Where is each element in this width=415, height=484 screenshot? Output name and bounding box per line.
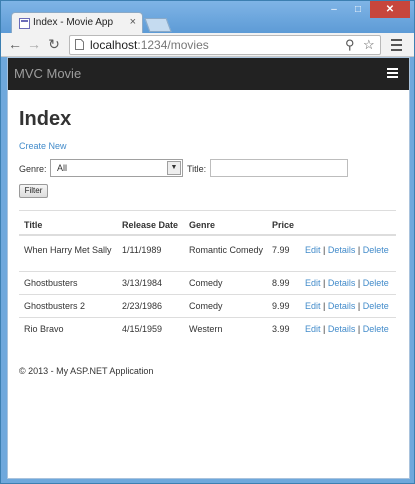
movie-title: Rio Bravo [24, 324, 64, 334]
maximize-icon[interactable]: □ [346, 1, 370, 18]
movie-release-date: 4/15/1959 [122, 324, 163, 334]
row-actions: Edit | Details | Delete [305, 244, 389, 256]
tab-title: Index - Movie App [33, 17, 114, 28]
row-actions: Edit | Details | Delete [305, 277, 389, 289]
table-header-row: Title Release Date Genre Price [19, 211, 396, 236]
hamburger-menu-icon[interactable] [387, 68, 399, 80]
movie-price: 3.99 [272, 324, 290, 334]
window-controls: – □ ✕ [322, 1, 410, 18]
delete-link[interactable]: Delete [363, 301, 389, 311]
edit-link[interactable]: Edit [305, 324, 321, 334]
action-separator: | [323, 301, 326, 311]
action-separator: | [357, 324, 361, 334]
edit-link[interactable]: Edit [305, 245, 321, 255]
delete-link[interactable]: Delete [363, 245, 389, 255]
movie-price: 9.99 [272, 301, 290, 311]
create-new-link[interactable]: Create New [19, 141, 67, 151]
table-row: When Harry Met Sally 1/11/1989 Romantic … [19, 236, 396, 272]
table-row: Ghostbusters 2 2/23/1986 Comedy 9.99 Edi… [19, 295, 396, 318]
table-row: Rio Bravo 4/15/1959 Western 3.99 Edit | … [19, 318, 396, 341]
movie-genre: Western [189, 324, 223, 334]
genre-selected-value: All [57, 163, 68, 173]
movie-price: 8.99 [272, 278, 290, 288]
edit-link[interactable]: Edit [305, 278, 321, 288]
page-icon [75, 39, 84, 50]
column-header-price: Price [272, 220, 295, 230]
brand-link[interactable]: MVC Movie [14, 66, 81, 81]
movies-table: Title Release Date Genre Price When Harr… [19, 210, 396, 341]
browser-toolbar: ← → ↻ localhost:1234/movies ⚲ ☆ [1, 33, 414, 57]
browser-menu-icon[interactable] [390, 36, 404, 52]
column-header-title: Title [24, 220, 43, 230]
bookmark-star-icon[interactable]: ☆ [363, 37, 375, 53]
movie-title: Ghostbusters [24, 278, 78, 288]
tab-close-icon[interactable]: × [130, 16, 136, 29]
title-bar: Index - Movie App × – □ ✕ [1, 1, 414, 34]
movie-title: When Harry Met Sally [24, 245, 112, 255]
movie-price: 7.99 [272, 245, 290, 255]
action-separator: | [323, 278, 326, 288]
movie-title: Ghostbusters 2 [24, 301, 86, 311]
edit-link[interactable]: Edit [305, 301, 321, 311]
title-label: Title: [187, 164, 207, 174]
action-separator: | [323, 245, 326, 255]
forward-icon[interactable]: → [26, 36, 42, 52]
delete-link[interactable]: Delete [363, 324, 389, 334]
movie-release-date: 3/13/1984 [122, 278, 163, 288]
column-header-genre: Genre [189, 220, 216, 230]
movie-genre: Comedy [189, 301, 223, 311]
title-search-input[interactable] [210, 159, 348, 177]
action-separator: | [323, 324, 326, 334]
new-tab-button[interactable] [144, 18, 172, 32]
row-actions: Edit | Details | Delete [305, 300, 389, 312]
genre-label: Genre: [19, 164, 47, 174]
browser-tab[interactable]: Index - Movie App × [11, 12, 143, 34]
address-bar[interactable]: localhost:1234/movies ⚲ ☆ [69, 35, 381, 55]
page-viewport: MVC Movie Index Create New Genre: All ▼ … [7, 57, 410, 479]
movie-genre: Comedy [189, 278, 223, 288]
page-favicon-icon [19, 18, 30, 29]
movie-release-date: 2/23/1986 [122, 301, 163, 311]
details-link[interactable]: Details [328, 245, 356, 255]
site-navbar: MVC Movie [8, 58, 409, 90]
details-link[interactable]: Details [328, 278, 356, 288]
filter-button[interactable]: Filter [19, 184, 48, 198]
row-actions: Edit | Details | Delete [305, 323, 389, 335]
back-icon[interactable]: ← [7, 36, 23, 52]
column-header-release-date: Release Date [122, 220, 179, 230]
close-window-icon[interactable]: ✕ [370, 1, 410, 18]
table-row: Ghostbusters 3/13/1984 Comedy 8.99 Edit … [19, 272, 396, 295]
details-link[interactable]: Details [328, 301, 356, 311]
minimize-icon[interactable]: – [322, 1, 346, 18]
delete-link[interactable]: Delete [363, 278, 389, 288]
genre-select[interactable]: All ▼ [50, 159, 183, 177]
page-title: Index [19, 108, 72, 130]
search-icon[interactable]: ⚲ [345, 37, 355, 53]
action-separator: | [357, 245, 361, 255]
movie-release-date: 1/11/1989 [122, 245, 162, 255]
movie-genre: Romantic Comedy [189, 245, 264, 255]
browser-window: Index - Movie App × – □ ✕ ← → ↻ localhos… [0, 0, 415, 484]
action-separator: | [357, 278, 361, 288]
url-text: localhost:1234/movies [90, 38, 209, 52]
details-link[interactable]: Details [328, 324, 356, 334]
chevron-down-icon[interactable]: ▼ [167, 161, 181, 175]
page-footer: © 2013 - My ASP.NET Application [19, 366, 154, 376]
action-separator: | [357, 301, 361, 311]
reload-icon[interactable]: ↻ [46, 36, 62, 52]
